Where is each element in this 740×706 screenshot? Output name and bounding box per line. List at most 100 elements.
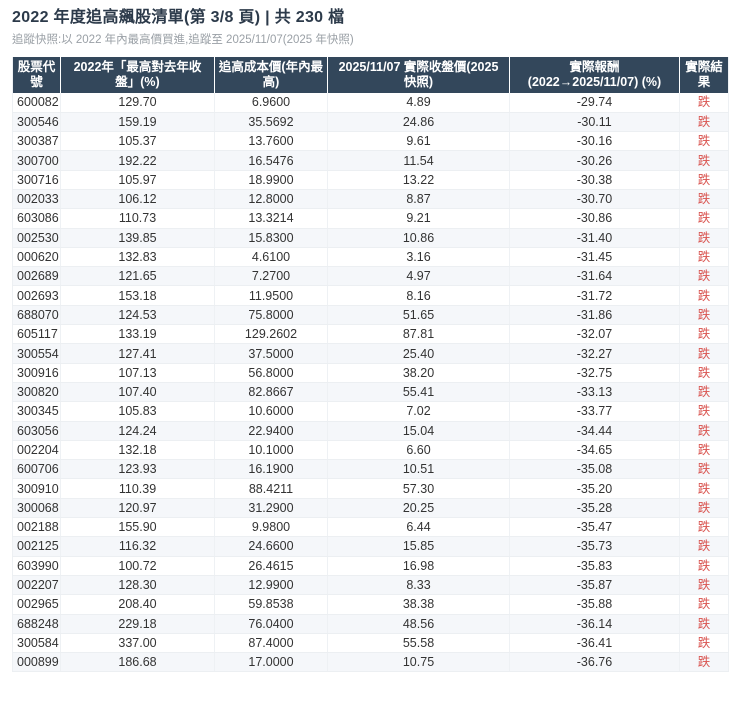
result-cell: 跌 — [679, 594, 729, 615]
actual-return-cell: -34.65 — [509, 440, 680, 461]
result-cell: 跌 — [679, 170, 729, 190]
chase-cost-cell: 12.8000 — [214, 189, 328, 210]
actual-return-cell: -35.08 — [509, 459, 680, 480]
stock-code-cell: 600706 — [12, 459, 61, 480]
table-header: 股票代 號 2022年「最高對去年收 盤」(%) 追高成本價(年內最 高) 20… — [12, 57, 729, 93]
table-row: 002188 155.90 9.9800 6.44 -35.47 跌 — [12, 517, 729, 538]
chase-cost-cell: 13.7600 — [214, 131, 328, 152]
actual-close-cell: 57.30 — [327, 478, 510, 499]
peak-vs-prev-close-cell: 107.13 — [60, 363, 215, 383]
chase-cost-cell: 16.1900 — [214, 459, 328, 480]
table-row: 600706 123.93 16.1900 10.51 -35.08 跌 — [12, 459, 729, 480]
peak-vs-prev-close-cell: 110.39 — [60, 478, 215, 499]
actual-return-cell: -35.83 — [509, 556, 680, 576]
actual-return-cell: -31.40 — [509, 228, 680, 248]
stock-code-cell: 300700 — [12, 150, 61, 171]
stock-code-cell: 688070 — [12, 305, 61, 326]
chase-cost-cell: 10.6000 — [214, 401, 328, 422]
peak-vs-prev-close-cell: 208.40 — [60, 594, 215, 615]
chase-cost-cell: 35.5692 — [214, 112, 328, 133]
chase-cost-cell: 11.9500 — [214, 285, 328, 306]
chase-cost-cell: 82.8667 — [214, 382, 328, 403]
chase-cost-cell: 129.2602 — [214, 324, 328, 345]
table-row: 002689 121.65 7.2700 4.97 -31.64 跌 — [12, 266, 729, 287]
stock-code-cell: 600082 — [12, 93, 61, 113]
stock-code-cell: 300820 — [12, 382, 61, 403]
stock-code-cell: 300554 — [12, 343, 61, 364]
actual-return-cell: -32.27 — [509, 343, 680, 364]
stock-code-cell: 300546 — [12, 112, 61, 133]
actual-return-cell: -32.75 — [509, 363, 680, 383]
stock-code-cell: 002965 — [12, 594, 61, 615]
result-cell: 跌 — [679, 208, 729, 229]
actual-close-cell: 7.02 — [327, 401, 510, 422]
chase-cost-cell: 7.2700 — [214, 266, 328, 287]
actual-close-cell: 10.86 — [327, 228, 510, 248]
actual-close-cell: 87.81 — [327, 324, 510, 345]
result-cell: 跌 — [679, 536, 729, 557]
actual-return-cell: -31.64 — [509, 266, 680, 287]
actual-return-cell: -29.74 — [509, 93, 680, 113]
actual-return-cell: -32.07 — [509, 324, 680, 345]
chase-cost-cell: 31.2900 — [214, 498, 328, 519]
actual-return-cell: -33.77 — [509, 401, 680, 422]
result-cell: 跌 — [679, 363, 729, 383]
page-subtitle: 追蹤快照:以 2022 年內最高價買進,追蹤至 2025/11/07(2025 … — [12, 34, 354, 46]
actual-return-cell: -31.72 — [509, 285, 680, 306]
table-row: 300068 120.97 31.2900 20.25 -35.28 跌 — [12, 498, 729, 519]
result-cell: 跌 — [679, 112, 729, 133]
stock-code-cell: 002033 — [12, 189, 61, 210]
table-row: 300387 105.37 13.7600 9.61 -30.16 跌 — [12, 131, 729, 152]
table-row: 300584 337.00 87.4000 55.58 -36.41 跌 — [12, 633, 729, 654]
actual-return-cell: -30.86 — [509, 208, 680, 229]
result-cell: 跌 — [679, 478, 729, 499]
stock-table: 股票代 號 2022年「最高對去年收 盤」(%) 追高成本價(年內最 高) 20… — [12, 57, 729, 673]
stock-code-cell: 300584 — [12, 633, 61, 654]
chase-cost-cell: 16.5476 — [214, 150, 328, 171]
peak-vs-prev-close-cell: 337.00 — [60, 633, 215, 654]
actual-close-cell: 8.16 — [327, 285, 510, 306]
result-cell: 跌 — [679, 517, 729, 538]
result-cell: 跌 — [679, 498, 729, 519]
chase-cost-cell: 6.9600 — [214, 93, 328, 113]
actual-close-cell: 9.61 — [327, 131, 510, 152]
actual-return-cell: -35.88 — [509, 594, 680, 615]
actual-close-cell: 6.44 — [327, 517, 510, 538]
chase-cost-cell: 13.3214 — [214, 208, 328, 229]
header-actual-result: 實際結 果 — [679, 57, 729, 93]
table-row: 300916 107.13 56.8000 38.20 -32.75 跌 — [12, 363, 729, 383]
table-row: 300554 127.41 37.5000 25.40 -32.27 跌 — [12, 343, 729, 364]
chase-cost-cell: 18.9900 — [214, 170, 328, 190]
stock-code-cell: 002207 — [12, 575, 61, 596]
table-row: 300345 105.83 10.6000 7.02 -33.77 跌 — [12, 401, 729, 422]
table-row: 300716 105.97 18.9900 13.22 -30.38 跌 — [12, 170, 729, 190]
peak-vs-prev-close-cell: 107.40 — [60, 382, 215, 403]
result-cell: 跌 — [679, 421, 729, 441]
result-cell: 跌 — [679, 189, 729, 210]
stock-code-cell: 300387 — [12, 131, 61, 152]
stock-code-cell: 300345 — [12, 401, 61, 422]
table-row: 002125 116.32 24.6600 15.85 -35.73 跌 — [12, 536, 729, 557]
chase-cost-cell: 87.4000 — [214, 633, 328, 654]
actual-return-cell: -35.73 — [509, 536, 680, 557]
actual-close-cell: 55.58 — [327, 633, 510, 654]
result-cell: 跌 — [679, 228, 729, 248]
stock-code-cell: 603990 — [12, 556, 61, 576]
actual-close-cell: 38.38 — [327, 594, 510, 615]
table-row: 002033 106.12 12.8000 8.87 -30.70 跌 — [12, 189, 729, 210]
peak-vs-prev-close-cell: 133.19 — [60, 324, 215, 345]
page-title: 2022 年度追高飆股清單(第 3/8 頁) | 共 230 檔 — [12, 9, 345, 26]
result-cell: 跌 — [679, 633, 729, 654]
chase-cost-cell: 17.0000 — [214, 652, 328, 673]
header-peak-vs-prev-close: 2022年「最高對去年收 盤」(%) — [60, 57, 215, 93]
actual-return-cell: -36.76 — [509, 652, 680, 673]
header-stock-code: 股票代 號 — [12, 57, 61, 93]
actual-close-cell: 25.40 — [327, 343, 510, 364]
actual-close-cell: 16.98 — [327, 556, 510, 576]
peak-vs-prev-close-cell: 100.72 — [60, 556, 215, 576]
table-row: 300700 192.22 16.5476 11.54 -30.26 跌 — [12, 150, 729, 171]
peak-vs-prev-close-cell: 129.70 — [60, 93, 215, 113]
result-cell: 跌 — [679, 247, 729, 268]
peak-vs-prev-close-cell: 105.37 — [60, 131, 215, 152]
chase-cost-cell: 22.9400 — [214, 421, 328, 441]
